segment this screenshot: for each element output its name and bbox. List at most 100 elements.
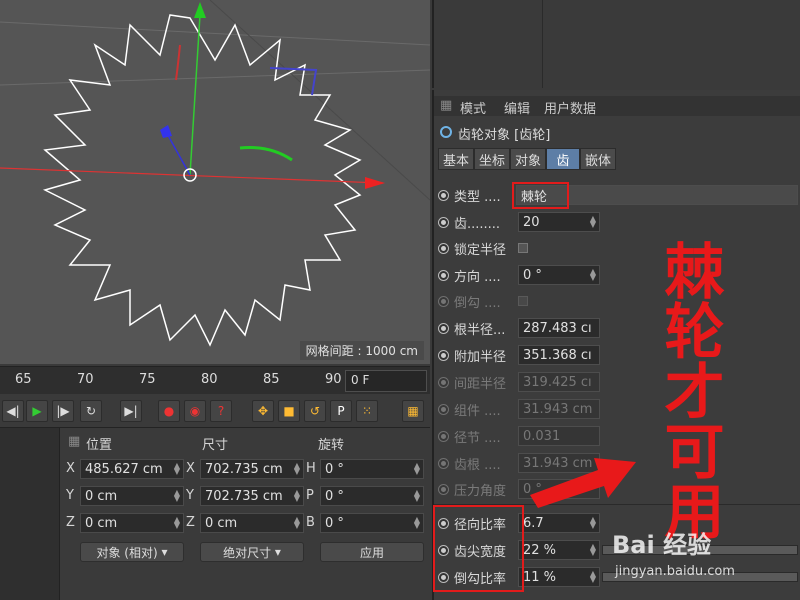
object-manager-panel bbox=[432, 0, 800, 88]
point-level-icon[interactable]: ⁙ bbox=[356, 400, 378, 422]
rotation-header: 旋转 bbox=[318, 438, 345, 453]
y-axis-arrow bbox=[194, 2, 206, 18]
rotate-key-icon[interactable]: ↺ bbox=[304, 400, 326, 422]
pos-y-label: Y bbox=[66, 488, 74, 503]
timeline-tick: 70 bbox=[77, 372, 94, 387]
gear-object-icon bbox=[440, 126, 452, 138]
size-x-label: X bbox=[186, 461, 195, 476]
film-icon[interactable]: ▦ bbox=[402, 400, 424, 422]
anim-radio-icon[interactable] bbox=[438, 322, 449, 334]
param-dedendum: 齿根 .... bbox=[438, 452, 501, 474]
undercut-checkbox bbox=[518, 296, 528, 306]
param-pitch-radius: 间距半径 bbox=[438, 371, 506, 393]
anim-radio-icon[interactable] bbox=[438, 216, 449, 228]
param-direction: 方向 .... bbox=[438, 264, 501, 286]
tab-object[interactable]: 对象 bbox=[510, 148, 546, 170]
3d-viewport[interactable]: 网格间距 : 1000 cm bbox=[0, 0, 430, 364]
annotation-text: 棘轮才可用 bbox=[654, 240, 724, 540]
size-y-label: Y bbox=[186, 488, 194, 503]
grid-spacing-label: 网格间距 : 1000 cm bbox=[299, 341, 424, 360]
ratio-highlight-box bbox=[433, 505, 524, 592]
apply-button[interactable]: 应用 bbox=[320, 542, 424, 562]
anim-radio-icon[interactable] bbox=[438, 189, 449, 201]
timeline-tick: 85 bbox=[263, 372, 280, 387]
teeth-field[interactable]: 20 ▲ ▼ bbox=[518, 212, 600, 232]
param-module: 组件 .... bbox=[438, 398, 501, 420]
transport-toolbar: ◀| ▶ |▶ ↻ ▶| ● ◉ ? ✥ ■ ↺ P ⁙ ▦ bbox=[0, 394, 430, 428]
type-highlight-box bbox=[512, 182, 569, 209]
menu-mode[interactable]: 模式 bbox=[460, 98, 486, 117]
left-panel bbox=[0, 428, 60, 600]
anim-radio-icon bbox=[438, 430, 449, 442]
position-header: 位置 bbox=[86, 438, 113, 453]
anim-radio-icon bbox=[438, 295, 449, 307]
current-frame-field[interactable]: 0 F bbox=[345, 370, 427, 392]
pos-x-field[interactable]: 485.627 cm ▲ ▼ bbox=[80, 459, 184, 479]
rot-b-field[interactable]: 0 ° ▲ ▼ bbox=[320, 513, 424, 533]
rot-p-label: P bbox=[306, 488, 314, 503]
rot-h-label: H bbox=[306, 461, 316, 476]
param-lock-radius: 锁定半径 bbox=[438, 237, 506, 259]
undercut-ratio-field[interactable]: 11 % ▲ ▼ bbox=[518, 567, 600, 587]
red-arrow-icon bbox=[530, 458, 636, 508]
goto-end-icon[interactable]: ▶| bbox=[120, 400, 142, 422]
anim-radio-icon bbox=[438, 403, 449, 415]
param-teeth: 齿........ bbox=[438, 211, 500, 233]
timeline-tick: 80 bbox=[201, 372, 218, 387]
viewport-canvas[interactable] bbox=[0, 0, 430, 364]
size-z-field[interactable]: 0 cm ▲ ▼ bbox=[200, 513, 304, 533]
move-key-icon[interactable]: ✥ bbox=[252, 400, 274, 422]
tab-basic[interactable]: 基本 bbox=[438, 148, 474, 170]
scale-key-icon[interactable]: ■ bbox=[278, 400, 300, 422]
timeline-ruler[interactable]: 65 70 75 80 85 90 0 F bbox=[0, 366, 430, 394]
size-header: 尺寸 bbox=[202, 438, 229, 453]
record-key-icon[interactable]: ● bbox=[158, 400, 180, 422]
step-back-icon[interactable]: ◀| bbox=[2, 400, 24, 422]
tab-coord[interactable]: 坐标 bbox=[474, 148, 510, 170]
tab-embed[interactable]: 嵌体 bbox=[580, 148, 616, 170]
size-x-field[interactable]: 702.735 cm ▲ ▼ bbox=[200, 459, 304, 479]
keyframe-help-icon[interactable]: ? bbox=[210, 400, 232, 422]
auto-key-icon[interactable]: ◉ bbox=[184, 400, 206, 422]
timeline-tick: 90 bbox=[325, 372, 342, 387]
anim-radio-icon bbox=[438, 376, 449, 388]
rot-h-field[interactable]: 0 ° ▲ ▼ bbox=[320, 459, 424, 479]
play-icon[interactable]: ▶ bbox=[26, 400, 48, 422]
param-addendum-radius: 附加半径 bbox=[438, 344, 506, 366]
timeline-tick: 75 bbox=[139, 372, 156, 387]
anim-radio-icon[interactable] bbox=[438, 269, 449, 281]
lock-radius-checkbox[interactable] bbox=[518, 243, 528, 253]
coordinate-manager: ▦ 位置 尺寸 旋转 X 485.627 cm ▲ ▼ X 702.735 cm ▲ ▼… bbox=[60, 428, 430, 600]
baidu-watermark-logo: Bai 经验 bbox=[612, 531, 712, 559]
pos-y-field[interactable]: 0 cm ▲ ▼ bbox=[80, 486, 184, 506]
root-radius-field[interactable]: 287.483 cı bbox=[518, 318, 600, 338]
anim-radio-icon[interactable] bbox=[438, 349, 449, 361]
object-title: 齿轮对象 [齿轮] bbox=[458, 128, 551, 143]
size-z-label: Z bbox=[186, 515, 195, 530]
param-pressure-angle: 压力角度 bbox=[438, 478, 506, 500]
param-root-radius: 根半径... bbox=[438, 317, 505, 339]
size-mode-dropdown[interactable]: 绝对尺寸 ▾ bbox=[200, 542, 304, 562]
addendum-radius-field[interactable]: 351.368 cı bbox=[518, 345, 600, 365]
anim-radio-icon[interactable] bbox=[438, 242, 449, 254]
attribute-menu-bar: ▦ 模式 编辑 用户数据 bbox=[434, 96, 800, 117]
tip-width-field[interactable]: 22 % ▲ ▼ bbox=[518, 540, 600, 560]
tab-teeth[interactable]: 齿 bbox=[546, 148, 580, 170]
pos-z-field[interactable]: 0 cm ▲ ▼ bbox=[80, 513, 184, 533]
size-y-field[interactable]: 702.735 cm ▲ ▼ bbox=[200, 486, 304, 506]
x-axis-arrow bbox=[365, 177, 385, 189]
grip-icon: ▦ bbox=[68, 434, 81, 449]
step-forward-icon[interactable]: |▶ bbox=[52, 400, 74, 422]
radial-ratio-field[interactable]: 6.7 ▲ ▼ bbox=[518, 513, 600, 533]
pos-x-label: X bbox=[66, 461, 75, 476]
direction-field[interactable]: 0 ° ▲ ▼ bbox=[518, 265, 600, 285]
loop-icon[interactable]: ↻ bbox=[80, 400, 102, 422]
menu-edit[interactable]: 编辑 bbox=[504, 98, 530, 117]
rot-p-field[interactable]: 0 ° ▲ ▼ bbox=[320, 486, 424, 506]
coord-mode-dropdown[interactable]: 对象 (相对) ▾ bbox=[80, 542, 184, 562]
parameter-key-icon[interactable]: P bbox=[330, 400, 352, 422]
pitch-radius-field: 319.425 cı bbox=[518, 372, 600, 392]
param-diametral-pitch: 径节 .... bbox=[438, 425, 501, 447]
menu-user-data[interactable]: 用户数据 bbox=[544, 98, 596, 117]
pos-z-label: Z bbox=[66, 515, 75, 530]
